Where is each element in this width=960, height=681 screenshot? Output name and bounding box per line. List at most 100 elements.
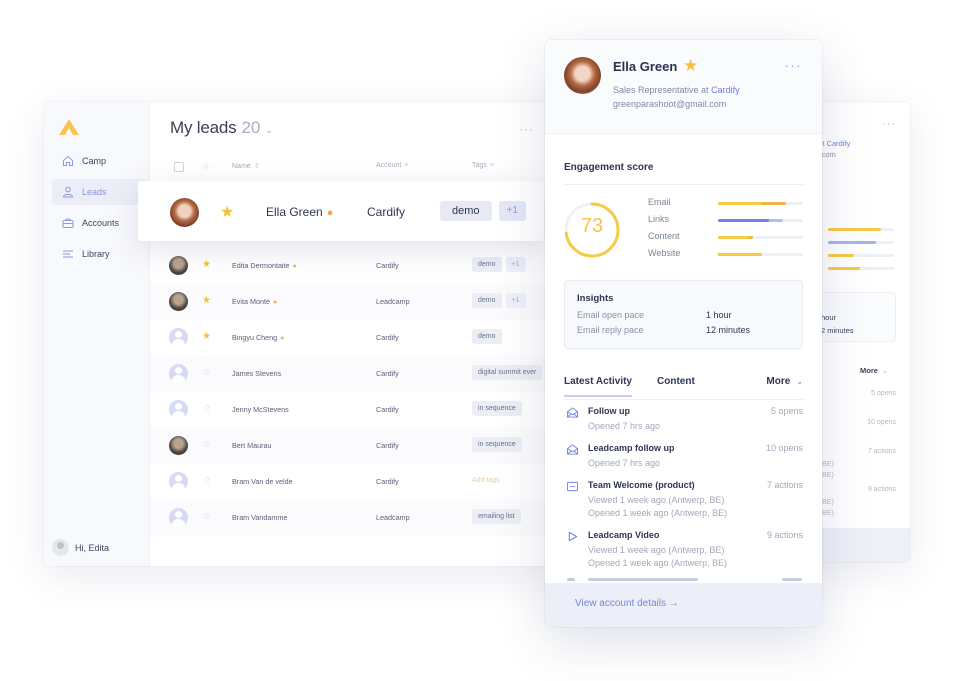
lead-tags: demo +1 (472, 257, 530, 272)
more-tab[interactable]: More ⌄ (860, 366, 888, 375)
activity-count: 9 actions (766, 530, 803, 540)
star-icon[interactable]: ★ (202, 331, 211, 342)
tag[interactable]: in sequence (472, 437, 522, 452)
lead-account[interactable]: Cardify (367, 205, 405, 219)
table-row[interactable]: ☆ Bert Maurau Cardify in sequence (150, 428, 564, 464)
more-tags-badge[interactable]: +1 (498, 201, 526, 221)
lead-name: Ella Green (613, 59, 678, 74)
lead-account[interactable]: Cardify (376, 441, 399, 450)
highlighted-lead-row[interactable]: ★ Ella Green ● Cardify demo +1 (138, 181, 544, 241)
lead-name[interactable]: Bram Vandamme (232, 513, 287, 522)
select-all-checkbox[interactable] (174, 162, 184, 172)
current-user[interactable]: Hi, Edita (52, 539, 109, 556)
star-icon[interactable]: ★ (202, 295, 211, 306)
page-title-selector[interactable]: My leads 20 ⌄ (170, 118, 273, 138)
lead-account[interactable]: Cardify (376, 369, 399, 378)
more-tags-badge[interactable]: +1 (505, 257, 526, 272)
table-row[interactable]: ☆ Bram Vandamme Leadcamp emailing list (150, 500, 564, 536)
tag[interactable]: emailing list (472, 509, 521, 524)
briefcase-icon (62, 218, 74, 228)
column-name[interactable]: Name ⇕ (232, 162, 260, 170)
tab-content[interactable]: Content (657, 376, 695, 387)
sidebar-nav: Camp Leads Accounts Library (52, 148, 148, 272)
hot-lead-icon: ● (326, 207, 334, 219)
metric-bar (828, 254, 894, 257)
tag[interactable]: demo (472, 257, 502, 272)
lead-name[interactable]: Bram Van de velde (232, 477, 293, 486)
play-icon (568, 531, 578, 542)
lead-account[interactable]: Leadcamp (376, 513, 410, 522)
table-row[interactable]: ★ Edita Dermontaite ● Cardify demo +1 (150, 248, 564, 284)
lead-name[interactable]: Evita Monte ● (232, 297, 277, 306)
lead-account[interactable]: Cardify (376, 477, 399, 486)
lead-account[interactable]: Leadcamp (376, 297, 410, 306)
more-tags-badge[interactable]: +1 (505, 293, 526, 308)
table-row[interactable]: ☆ Jenny McStevens Cardify in sequence (150, 392, 564, 428)
metric-track (718, 219, 803, 222)
sidebar-item-label: Library (82, 249, 110, 259)
star-outline-icon[interactable]: ☆ (202, 511, 211, 522)
lead-avatar (169, 472, 188, 491)
sidebar-item-label: Leads (82, 187, 107, 197)
metric-label: Links (648, 214, 670, 224)
star-icon[interactable]: ★ (220, 202, 234, 222)
leadcamp-logo-icon[interactable] (59, 119, 79, 135)
lead-account[interactable]: Cardify (376, 405, 399, 414)
lead-tags: in sequence (472, 437, 526, 452)
more-options-icon[interactable]: ··· (519, 122, 534, 136)
sidebar-item-leads[interactable]: Leads (52, 179, 148, 205)
lead-name[interactable]: Bingyu Cheng ● (232, 333, 284, 342)
more-options-icon[interactable]: ··· (785, 58, 803, 73)
column-tags[interactable]: Tags ≡ (472, 162, 494, 169)
lead-detail-card: Ella Green ★ ··· Sales Representative at… (545, 40, 822, 627)
company-link[interactable]: Cardify (827, 139, 851, 148)
star-outline-icon[interactable]: ☆ (202, 439, 211, 450)
lead-avatar (169, 508, 188, 527)
hot-lead-icon: ● (292, 263, 297, 270)
star-outline-icon[interactable]: ☆ (202, 403, 211, 414)
lead-name[interactable]: Ella Green ● (266, 205, 333, 219)
tab-latest-activity[interactable]: Latest Activity (564, 376, 632, 397)
sidebar-item-accounts[interactable]: Accounts (52, 210, 148, 236)
company-link[interactable]: Cardify (711, 85, 740, 95)
activity-detail: Viewed 1 week ago (Antwerp, BE) (588, 545, 725, 555)
view-account-details-link[interactable]: View account details → (575, 598, 679, 609)
add-tags-button[interactable]: Add tags (472, 473, 506, 488)
insight-value: 12 minutes (706, 325, 751, 335)
tag[interactable]: demo (472, 293, 502, 308)
lead-name-text: Edita Dermontaite (232, 261, 290, 270)
star-outline-icon[interactable]: ☆ (202, 367, 211, 378)
activity-title: Leadcamp Video (588, 530, 660, 540)
tag[interactable]: digital summit ever (472, 365, 543, 380)
table-row[interactable]: ★ Bingyu Cheng ● Cardify demo (150, 320, 564, 356)
lead-account[interactable]: Cardify (376, 333, 399, 342)
metric-label: Email (648, 197, 671, 207)
table-row[interactable]: ☆ Bram Van de velde Cardify Add tags (150, 464, 564, 500)
more-options-icon[interactable]: ··· (882, 118, 896, 130)
star-column-icon[interactable]: ☆ (202, 161, 210, 172)
tag[interactable]: demo (440, 201, 492, 221)
column-account[interactable]: Account ≡ (376, 162, 408, 169)
activity-detail: Opened 1 week ago (Antwerp, BE) (588, 508, 728, 518)
sidebar-item-library[interactable]: Library (52, 241, 148, 267)
lead-name-text: Bingyu Cheng (232, 333, 278, 342)
star-icon[interactable]: ★ (202, 259, 211, 270)
table-row[interactable]: ☆ James Stevens Cardify digital summit ever (150, 356, 564, 392)
metric-bar (828, 228, 894, 231)
lead-name[interactable]: James Stevens (232, 369, 281, 378)
tab-more[interactable]: More ⌄ (766, 376, 803, 387)
lead-email[interactable]: greenparashoot@gmail.com (613, 99, 726, 109)
tag[interactable]: demo (472, 329, 502, 344)
star-outline-icon[interactable]: ☆ (202, 475, 211, 486)
tag[interactable]: in sequence (472, 401, 522, 416)
star-icon[interactable]: ★ (683, 56, 698, 76)
lead-name[interactable]: Edita Dermontaite ● (232, 261, 297, 270)
table-row[interactable]: ★ Evita Monte ● Leadcamp demo +1 (150, 284, 564, 320)
insight-label: Email open pace (577, 310, 645, 320)
activity-count: 5 opens (871, 390, 896, 397)
lead-name[interactable]: Bert Maurau (232, 441, 272, 450)
lead-name[interactable]: Jenny McStevens (232, 405, 289, 414)
sidebar-item-camp[interactable]: Camp (52, 148, 148, 174)
lead-avatar (170, 198, 199, 227)
lead-account[interactable]: Cardify (376, 261, 399, 270)
